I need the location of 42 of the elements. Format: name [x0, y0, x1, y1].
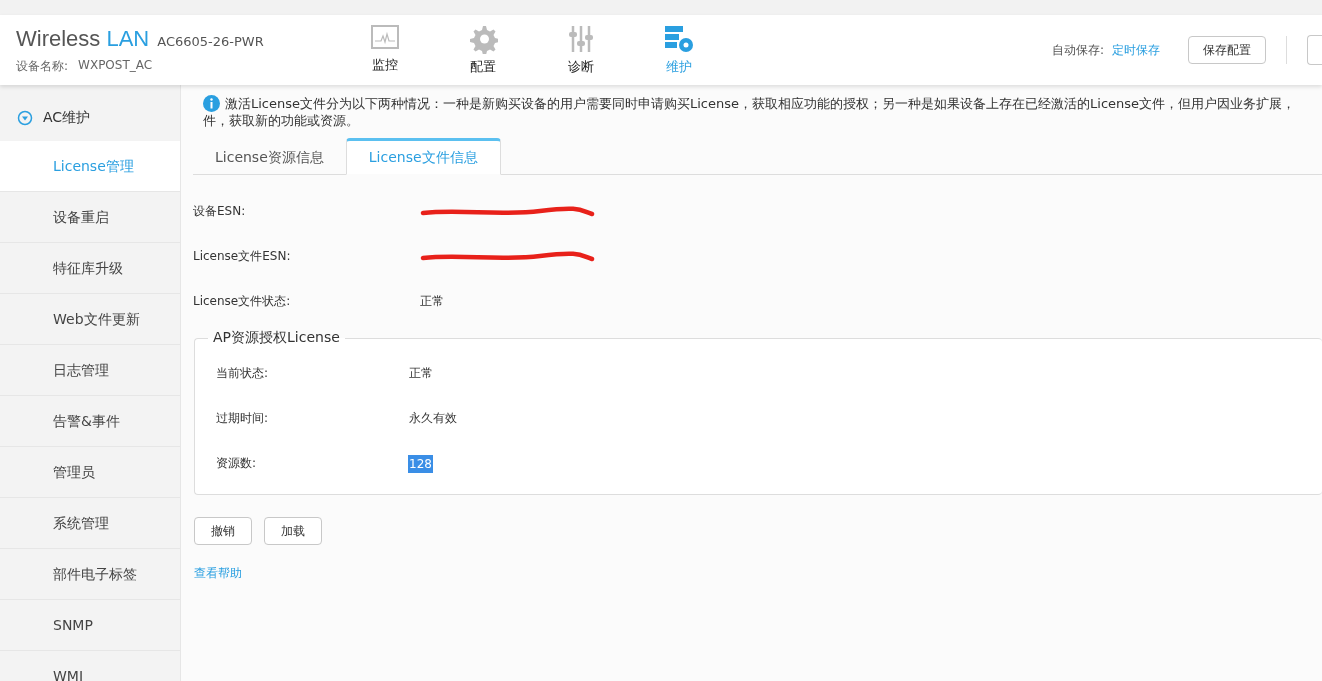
brand-logo: Wireless LAN	[16, 25, 150, 52]
sidebar-group[interactable]: AC维护	[0, 95, 180, 141]
autosave-label: 自动保存:	[1051, 41, 1104, 59]
device-label: 设备名称:	[16, 57, 69, 75]
sidebar-item[interactable]: 部件电子标签	[0, 549, 180, 600]
sidebar-item[interactable]: 系统管理	[0, 498, 180, 549]
group-title: AP资源授权License	[212, 329, 341, 347]
field-label: 过期时间:	[216, 410, 270, 427]
monitor-icon	[370, 24, 400, 52]
tab[interactable]: License资源信息	[193, 141, 346, 175]
sidebar-item[interactable]: 管理员	[0, 447, 180, 498]
device-name: WXPOST_AC	[78, 57, 153, 74]
sidebar-item[interactable]: 设备重启	[0, 192, 180, 243]
field-value: 128	[408, 454, 433, 473]
collapse-icon	[17, 110, 33, 126]
sidebar-item[interactable]: WMI	[0, 651, 180, 681]
field-value: 正常	[408, 365, 434, 382]
notice-text: 件，获取新的功能或资源。	[203, 112, 360, 129]
sliders-icon	[566, 24, 596, 54]
field-label: 设备ESN:	[193, 203, 247, 220]
field-value: 永久有效	[408, 410, 458, 427]
field-label: License文件ESN:	[193, 248, 292, 265]
field-label: License文件状态:	[193, 293, 292, 310]
field-value: 正常	[420, 293, 444, 310]
sidebar-item[interactable]: 告警&事件	[0, 396, 180, 447]
notice-text: 激活License文件分为以下两种情况：一种是新购买设备的用户需要同时申请购买License，获取相应功能的授权；另一种是如果设备上存在已经激活的License文件，但用户因业务扩展，	[225, 95, 1296, 112]
save-config-button[interactable]: 保存配置	[1188, 36, 1266, 64]
model-name: AC6605-26-PWR	[157, 33, 264, 49]
action-button[interactable]: 加载	[264, 517, 322, 545]
field-label: 资源数:	[216, 455, 258, 472]
nav-tab[interactable]: 诊断	[532, 24, 630, 76]
sidebar-item[interactable]: 特征库升级	[0, 243, 180, 294]
info-icon	[203, 95, 220, 112]
nav-tab[interactable]: 监控	[336, 24, 434, 76]
gear-icon	[468, 24, 498, 54]
field-label: 当前状态:	[216, 365, 270, 382]
sidebar-item[interactable]: SNMP	[0, 600, 180, 651]
nav-tab[interactable]: 配置	[434, 24, 532, 76]
language-button[interactable]	[1307, 35, 1322, 65]
sidebar-item[interactable]: 日志管理	[0, 345, 180, 396]
sidebar-item[interactable]: Web文件更新	[0, 294, 180, 345]
action-button[interactable]: 撤销	[194, 517, 252, 545]
